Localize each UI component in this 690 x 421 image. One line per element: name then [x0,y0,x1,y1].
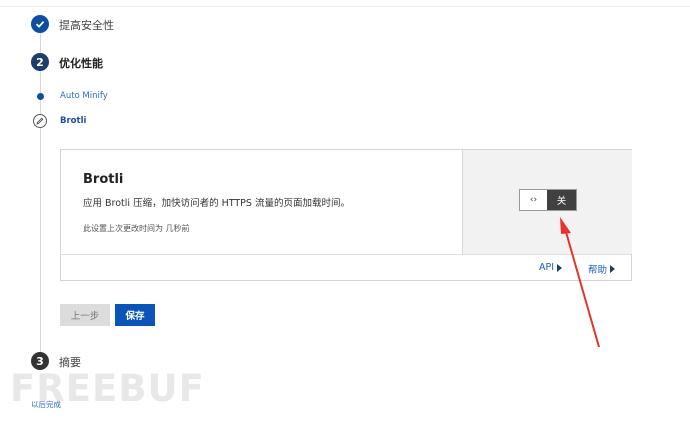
card-title: Brotli [83,172,124,187]
substep-auto-minify-link[interactable]: Auto Minify [60,91,108,101]
card-footer: API 帮助 [61,254,631,280]
top-divider [0,6,690,7]
api-link[interactable]: API [539,262,563,273]
substep-done-dot [37,93,44,100]
caret-right-icon [557,263,563,272]
step-performance-label: 优化性能 [59,57,103,70]
api-link-label[interactable]: API [539,262,554,273]
step-security-label[interactable]: 提高安全性 [59,17,114,33]
brotli-toggle[interactable]: ‹› 关 [519,189,577,211]
toggle-handle-icon[interactable]: ‹› [520,190,547,210]
caret-right-icon [610,265,616,273]
stepper-line [40,30,41,355]
toggle-state-label[interactable]: 关 [547,190,576,210]
substep-brotli-label: Brotli [60,116,87,126]
step-number-badge: 2 [31,53,49,71]
brotli-setting-card: Brotli 应用 Brotli 压缩，加快访问者的 HTTPS 流量的页面加载… [60,149,632,281]
previous-step-button[interactable]: 上一步 [60,304,110,326]
card-description: 应用 Brotli 压缩，加快访问者的 HTTPS 流量的页面加载时间。 [83,198,350,209]
last-changed-note: 此设置上次更改时间为 几秒前 [83,224,190,233]
step-complete-check-icon [31,15,49,33]
save-button[interactable]: 保存 [115,304,155,326]
help-link-label[interactable]: 帮助 [588,262,607,276]
card-content: Brotli 应用 Brotli 压缩，加快访问者的 HTTPS 流量的页面加载… [61,150,462,254]
card-control-panel: ‹› 关 [462,150,632,254]
finish-later-link[interactable]: 以后完成 [31,399,61,410]
pencil-icon [33,114,47,128]
help-link[interactable]: 帮助 [588,262,616,276]
